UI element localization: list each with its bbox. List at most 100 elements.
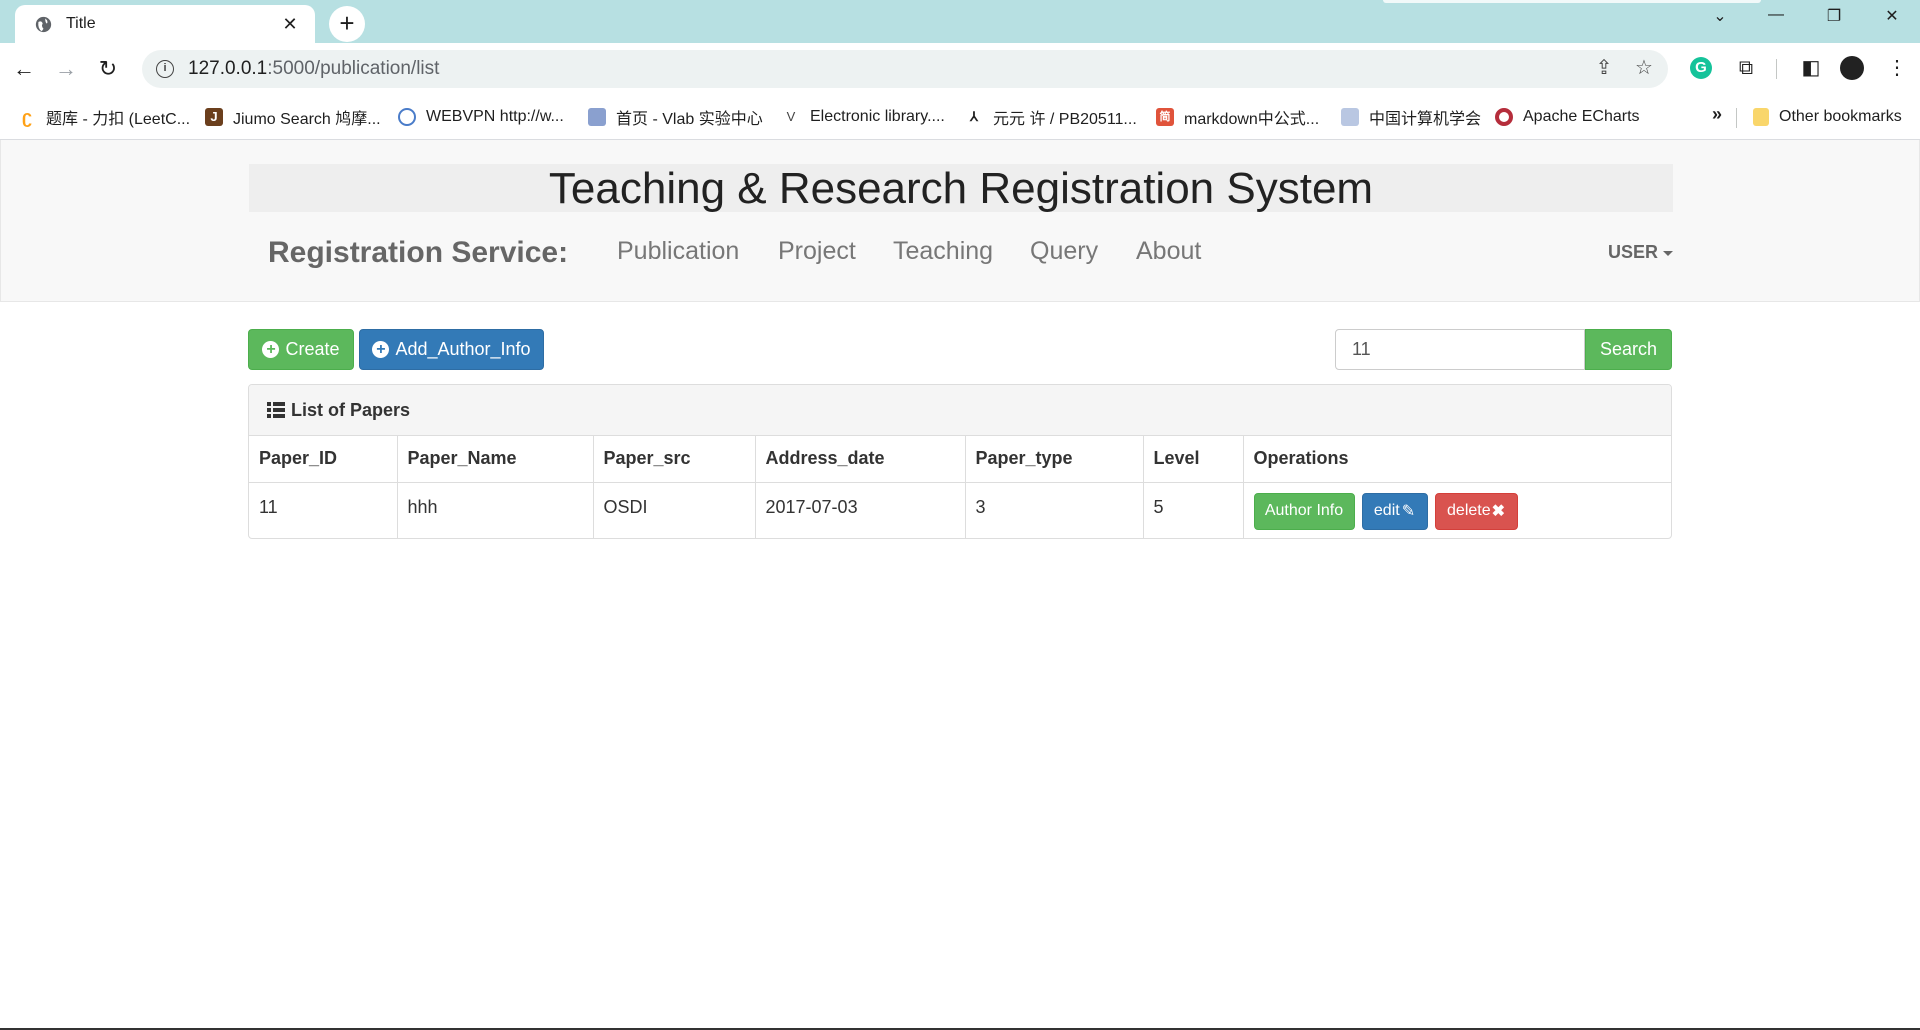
globe-icon [35,16,52,32]
delete-label: delete [1447,502,1491,519]
page-header: Teaching & Research Registration System … [0,140,1920,302]
bookmark-item[interactable]: ⅄ 元元 许 / PB20511... [965,106,1137,128]
bookmarks-overflow-button[interactable]: » [1712,104,1722,125]
site-title: Teaching & Research Registration System [249,164,1673,213]
browser-toolbar: ← → ↻ i 127.0.0.1:5000/publication/list … [0,43,1920,95]
bookmark-item[interactable]: 首页 - Vlab 实验中心 [588,106,763,128]
col-paper-src: Paper_src [593,436,756,483]
edit-button[interactable]: edit ✎ [1361,492,1428,530]
echarts-icon [1495,108,1513,126]
cell-paper-src: OSDI [593,482,756,538]
window-close-icon[interactable]: ✕ [1872,6,1912,26]
bookmark-label: 题库 - 力扣 (LeetC... [46,111,191,128]
github-icon: ⅄ [965,108,983,126]
brand-label: Registration Service: [268,236,569,269]
jianshu-icon: 简 [1156,108,1174,126]
edit-label: edit [1373,502,1400,519]
browser-tab[interactable]: Title ✕ [15,5,315,43]
bookmark-label: Electronic library.... [810,108,945,125]
site-info-icon[interactable]: i [156,60,174,78]
bookmark-star-icon[interactable]: ☆ [1630,55,1658,80]
folder-icon [1753,108,1769,126]
address-bar[interactable]: i 127.0.0.1:5000/publication/list ⇪ ☆ [142,50,1668,88]
minimize-icon[interactable]: — [1756,6,1796,24]
webvpn-icon [398,108,416,126]
create-button[interactable]: + Create [248,329,354,370]
nav-project[interactable]: Project [778,237,856,266]
url-path: :5000/publication/list [267,58,440,79]
cell-level: 5 [1143,482,1244,538]
col-address-date: Address_date [755,436,966,483]
cell-paper-type: 3 [965,482,1144,538]
search-label: Search [1599,339,1658,359]
top-decoration [1383,0,1761,3]
table-row: 11 hhh OSDI 2017-07-03 3 5 Author Info e… [249,482,1671,538]
remove-icon: ✖ [1491,503,1506,520]
nav-query[interactable]: Query [1030,237,1098,266]
bookmark-label: WEBVPN http://w... [426,108,564,125]
bookmark-item[interactable]: Apache ECharts [1495,106,1640,128]
col-level: Level [1143,436,1244,483]
bookmark-item[interactable]: 中国计算机学会 [1341,106,1481,128]
plus-circle-icon: + [262,341,280,358]
forward-icon[interactable]: → [52,55,80,83]
add-author-info-button[interactable]: + Add_Author_Info [359,329,544,370]
bookmark-item[interactable]: WEBVPN http://w... [398,106,564,128]
panel-title: List of Papers [291,399,411,420]
cell-paper-name: hhh [397,482,594,538]
bookmark-label: markdown中公式... [1184,111,1320,128]
close-icon[interactable]: ✕ [279,14,301,35]
author-info-button[interactable]: Author Info [1253,492,1355,530]
bookmark-item[interactable]: J Jiumo Search 鸠摩... [205,106,381,128]
share-icon[interactable]: ⇪ [1590,55,1618,80]
tab-search-icon[interactable]: ⌄ [1700,6,1740,26]
bookmark-item[interactable]: 简 markdown中公式... [1156,106,1319,128]
caret-down-icon [1663,250,1673,256]
bookmark-label: 中国计算机学会 [1369,111,1482,128]
nav-teaching[interactable]: Teaching [893,237,993,266]
list-icon [267,402,285,418]
reload-icon[interactable]: ↻ [94,55,122,83]
search-input[interactable] [1335,329,1585,370]
toolbar-divider [1776,59,1777,79]
new-tab-button[interactable]: + [329,6,365,42]
col-paper-name: Paper_Name [397,436,594,483]
nav-about[interactable]: About [1136,237,1201,266]
delete-button[interactable]: delete ✖ [1434,492,1518,530]
bookmark-item[interactable]: V Electronic library.... [782,106,945,128]
search-button[interactable]: Search [1585,329,1672,370]
cell-paper-id: 11 [249,482,398,538]
papers-table: Paper_ID Paper_Name Paper_src Address_da… [249,436,1671,538]
col-paper-id: Paper_ID [249,436,398,483]
bookmark-label: 元元 许 / PB20511... [993,111,1137,128]
user-dropdown[interactable]: USER [1608,242,1673,263]
ccf-icon [1341,108,1359,126]
cell-address-date: 2017-07-03 [755,482,966,538]
nav-publication[interactable]: Publication [617,237,739,266]
cell-operations: Author Info edit ✎ delete ✖ [1243,482,1671,538]
profile-avatar[interactable] [1840,56,1864,80]
menu-icon[interactable]: ⋮ [1883,54,1911,82]
other-bookmarks-label: Other bookmarks [1779,108,1902,125]
bookmark-item[interactable]: ʗ 题库 - 力扣 (LeetC... [18,106,190,128]
jiumo-icon: J [205,108,223,126]
vlab-icon [588,108,606,126]
add-author-label: Add_Author_Info [395,339,531,359]
table-header-row: Paper_ID Paper_Name Paper_src Address_da… [249,436,1671,483]
other-bookmarks-folder[interactable]: Other bookmarks [1753,106,1902,128]
author-info-label: Author Info [1264,502,1344,519]
grammarly-icon[interactable]: G [1690,57,1712,79]
pencil-icon: ✎ [1401,503,1416,520]
elib-icon: V [782,108,800,126]
restore-icon[interactable]: ❐ [1814,6,1854,26]
tab-title: Title [66,15,96,32]
bookmark-label: 首页 - Vlab 实验中心 [616,111,763,128]
url-text: 127.0.0.1:5000/publication/list [188,58,439,80]
user-label: USER [1607,242,1658,262]
back-icon[interactable]: ← [10,55,38,83]
col-paper-type: Paper_type [965,436,1144,483]
col-operations: Operations [1243,436,1671,483]
extensions-icon[interactable]: ⧉ [1732,54,1760,82]
side-panel-icon[interactable]: ◧ [1797,54,1825,82]
plus-circle-icon: + [372,341,390,358]
